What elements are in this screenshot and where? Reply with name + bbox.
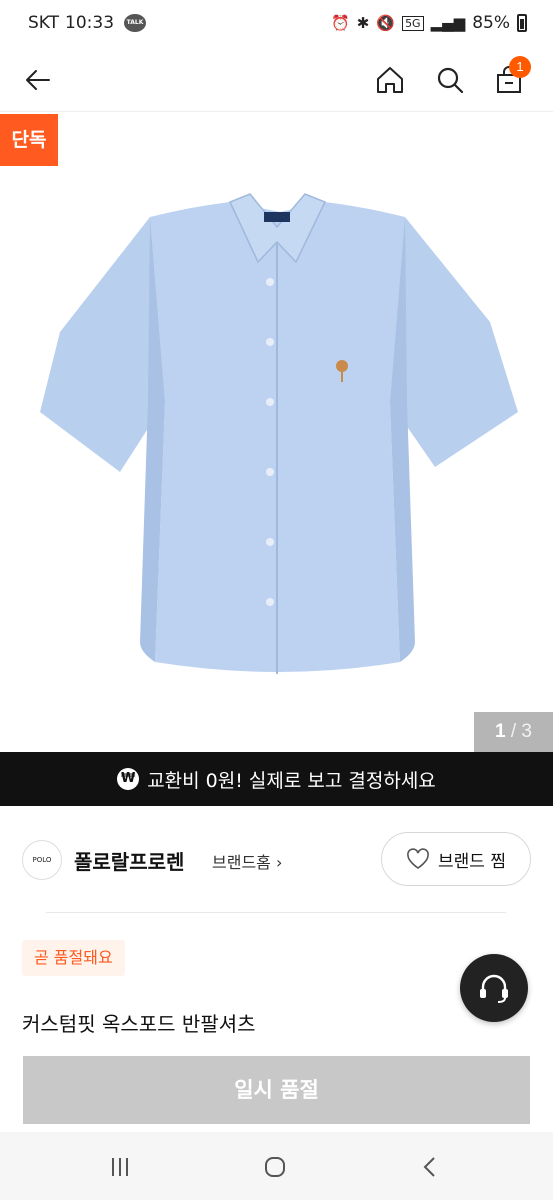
sold-soon-badge: 곧 품절돼요 [22, 940, 125, 976]
won-coin-icon: ₩ [117, 768, 140, 790]
alarm-icon: ⏰ [331, 14, 350, 32]
product-title: 커스텀핏 옥스포드 반팔셔츠 [22, 1012, 256, 1036]
brand-logo-text: POLO [32, 856, 52, 864]
system-home-button[interactable] [255, 1152, 295, 1182]
cart-button[interactable]: 1 [489, 56, 531, 100]
customer-service-button[interactable] [460, 954, 528, 1022]
headset-icon [480, 974, 508, 1003]
system-back-button[interactable] [410, 1152, 450, 1182]
clock: 10:33 [65, 13, 115, 33]
status-bar: SKT 10:33 TALK ⏰ ✱ 🔇 5G ▂▄▆ 85% [0, 0, 553, 48]
brand-row: POLO 폴로랄프로렌 브랜드홈 › 브랜드 찜 [22, 830, 531, 890]
arrow-left-icon [26, 70, 50, 90]
brand-favorite-button[interactable]: 브랜드 찜 [381, 832, 531, 886]
cart-count-badge: 1 [509, 56, 531, 78]
app-header: 1 [0, 48, 553, 112]
network-type-label: 5G [402, 15, 424, 31]
product-image[interactable] [30, 182, 525, 682]
search-button[interactable] [430, 60, 470, 100]
status-left: SKT 10:33 TALK [28, 13, 147, 33]
chevron-left-icon [423, 1157, 435, 1177]
kakaotalk-notification-icon: TALK [124, 14, 147, 32]
recent-apps-icon [112, 1158, 128, 1176]
home-circle-icon [265, 1157, 285, 1177]
recent-apps-button[interactable] [100, 1152, 140, 1182]
brand-home-link[interactable]: 브랜드홈 › [212, 849, 282, 873]
brand-name[interactable]: 폴로랄프로렌 [74, 846, 184, 875]
home-icon [377, 67, 403, 93]
chevron-right-icon: › [275, 853, 283, 872]
battery-percent: 85% [472, 13, 510, 33]
signal-icon: ▂▄▆ [430, 14, 466, 32]
brand-home-label: 브랜드홈 [212, 853, 271, 872]
divider [46, 912, 506, 913]
product-image-carousel[interactable]: 단독 1 / 3 [0, 112, 553, 752]
pager-separator: / [505, 721, 522, 742]
pager-current: 1 [495, 721, 506, 742]
promo-banner[interactable]: ₩ 교환비 0원! 실제로 보고 결정하세요 [0, 752, 553, 806]
status-right: ⏰ ✱ 🔇 5G ▂▄▆ 85% [331, 13, 527, 33]
pager-total: 3 [521, 721, 532, 742]
sold-out-button: 일시 품절 [23, 1056, 530, 1124]
system-nav-bar [0, 1132, 553, 1200]
bluetooth-icon: ✱ [356, 14, 370, 32]
carrier-label: SKT [28, 13, 60, 33]
back-button[interactable] [18, 60, 58, 100]
image-pager: 1 / 3 [474, 712, 553, 752]
battery-icon [517, 14, 527, 32]
promo-banner-text: 교환비 0원! 실제로 보고 결정하세요 [147, 769, 436, 792]
brand-favorite-label: 브랜드 찜 [438, 851, 506, 872]
home-button[interactable] [370, 60, 410, 100]
heart-icon [407, 848, 429, 869]
search-icon [437, 67, 464, 94]
brand-logo[interactable]: POLO [22, 840, 62, 880]
mute-icon: 🔇 [376, 14, 396, 32]
exclusive-tag: 단독 [0, 114, 58, 166]
